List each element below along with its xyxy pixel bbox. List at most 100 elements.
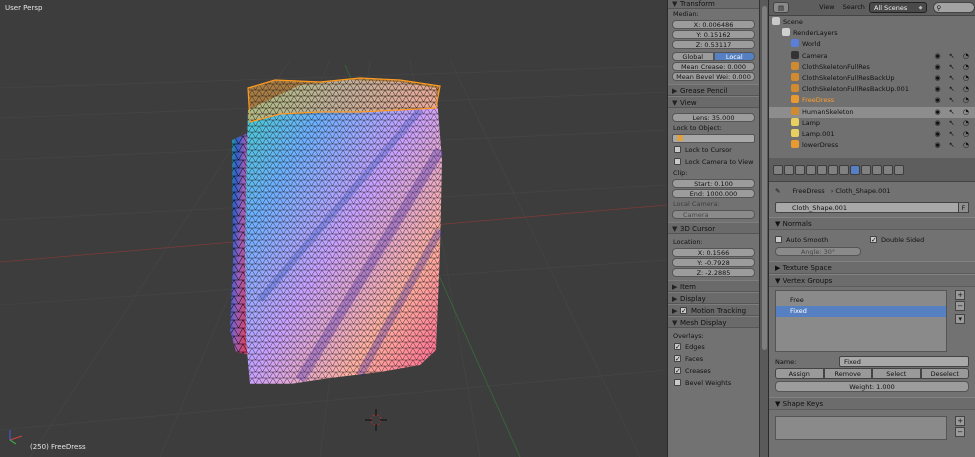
outliner-item[interactable]: Lamp.001 ◉ ↖ ◔ bbox=[769, 129, 975, 140]
lock-to-cursor-checkbox[interactable]: Lock to Cursor bbox=[668, 144, 759, 156]
median-x-field[interactable]: X: 0.006486 bbox=[672, 20, 755, 29]
visibility-icons[interactable]: ◉ ↖ ◔ bbox=[934, 95, 972, 106]
outliner-item[interactable]: World bbox=[769, 39, 975, 50]
particles-tab-icon[interactable] bbox=[883, 164, 893, 175]
scrollbar-thumb[interactable] bbox=[762, 6, 767, 350]
vertex-group-item[interactable]: Free bbox=[776, 295, 946, 306]
lens-field[interactable]: Lens: 35.000 bbox=[672, 113, 755, 122]
lock-camera-checkbox[interactable]: Lock Camera to View bbox=[668, 156, 759, 168]
shape-key-list[interactable] bbox=[775, 416, 947, 440]
view-menu[interactable]: View bbox=[815, 2, 838, 13]
assign-button[interactable]: Assign bbox=[775, 368, 824, 379]
transform-panel-header[interactable]: ▼ Transform bbox=[668, 0, 759, 9]
outliner-item[interactable]: Lamp ◉ ↖ ◔ bbox=[769, 117, 975, 129]
scene-selector[interactable]: All Scenes bbox=[868, 2, 927, 14]
faces-label: Faces bbox=[685, 355, 704, 363]
local-camera-field[interactable]: Camera bbox=[672, 210, 755, 219]
remove-icon[interactable]: − bbox=[955, 301, 966, 311]
cursor-z-field[interactable]: Z: -2.2885 bbox=[672, 268, 755, 277]
scene-tab-icon[interactable] bbox=[795, 164, 805, 175]
outliner-item[interactable]: FreeDress ◉ ↖ ◔ bbox=[769, 95, 975, 106]
weight-field[interactable]: Weight: 1.000 bbox=[775, 381, 969, 392]
outliner-item[interactable]: lowerDress ◉ ↖ ◔ bbox=[769, 140, 975, 151]
outliner-item[interactable]: ClothSkeletonFullResBackUp ◉ ↖ ◔ bbox=[769, 73, 975, 84]
visibility-icons[interactable]: ◉ ↖ ◔ bbox=[934, 118, 972, 129]
fake-user-button[interactable]: F bbox=[958, 202, 969, 213]
search-field[interactable]: ⚲ bbox=[932, 2, 975, 13]
material-tab-icon[interactable] bbox=[861, 164, 871, 175]
mean-crease-field[interactable]: Mean Crease: 0.000 bbox=[672, 62, 755, 71]
3d-cursor-panel-header[interactable]: ▼ 3D Cursor bbox=[668, 222, 759, 234]
checkbox-icon[interactable] bbox=[680, 305, 687, 317]
texture-space-panel-header[interactable]: ▶ Texture Space bbox=[769, 261, 975, 274]
visibility-icons[interactable]: ◉ ↖ ◔ bbox=[934, 129, 972, 140]
outliner-item[interactable]: ClothSkeletonFullRes ◉ ↖ ◔ bbox=[769, 61, 975, 73]
deselect-button[interactable]: Deselect bbox=[920, 368, 969, 379]
motion-tracking-panel-header[interactable]: ▶ Motion Tracking bbox=[668, 304, 759, 317]
view-panel-header[interactable]: ▼ View bbox=[668, 96, 759, 108]
modifiers-tab-icon[interactable] bbox=[839, 164, 849, 175]
mesh-data-name-field[interactable]: Cloth_Shape.001 F bbox=[775, 202, 969, 213]
global-button[interactable]: Global bbox=[672, 52, 714, 61]
outliner-item[interactable]: RenderLayers bbox=[769, 28, 975, 39]
outliner-item[interactable]: Scene bbox=[769, 17, 975, 28]
mesh-display-panel-header[interactable]: ▼ Mesh Display bbox=[668, 316, 759, 328]
clip-end-field[interactable]: End: 1000.000 bbox=[672, 189, 755, 198]
3d-viewport[interactable]: User Persp (250) FreeDress bbox=[0, 0, 667, 457]
visibility-icons[interactable]: ◉ ↖ ◔ bbox=[934, 73, 972, 84]
remove-button[interactable]: Remove bbox=[823, 368, 872, 379]
select-button[interactable]: Select bbox=[872, 368, 921, 379]
outliner-item[interactable]: Camera ◉ ↖ ◔ bbox=[769, 50, 975, 62]
vertex-group-list[interactable]: Free Fixed bbox=[775, 290, 947, 352]
motion-tracking-label: Motion Tracking bbox=[691, 307, 747, 315]
vertex-group-name-field[interactable]: Fixed bbox=[839, 356, 969, 367]
item-panel-header[interactable]: ▶ Item bbox=[668, 280, 759, 292]
normals-panel-header[interactable]: ▼ Normals bbox=[769, 217, 975, 230]
remove-icon[interactable]: − bbox=[955, 427, 966, 437]
editor-type-button[interactable]: ▤ bbox=[773, 2, 790, 13]
double-sided-checkbox[interactable]: Double Sided bbox=[870, 234, 924, 246]
edges-checkbox[interactable]: Edges bbox=[668, 341, 759, 353]
median-y-field[interactable]: Y: 0.15162 bbox=[672, 30, 755, 39]
outliner-item[interactable]: ClothSkeletonFullResBackUp.001 ◉ ↖ ◔ bbox=[769, 84, 975, 95]
clip-start-field[interactable]: Start: 0.100 bbox=[672, 179, 755, 188]
vertex-groups-panel-header[interactable]: ▼ Vertex Groups bbox=[769, 274, 975, 287]
texture-tab-icon[interactable] bbox=[872, 164, 882, 175]
data-tab-icon[interactable] bbox=[850, 164, 860, 175]
cursor-y-field[interactable]: Y: -0.7928 bbox=[672, 258, 755, 267]
local-button[interactable]: Local bbox=[713, 52, 755, 61]
shape-keys-panel-header[interactable]: ▼ Shape Keys bbox=[769, 397, 975, 410]
mean-bevel-field[interactable]: Mean Bevel Wei: 0.000 bbox=[672, 72, 755, 81]
world-tab-icon[interactable] bbox=[806, 164, 816, 175]
visibility-icons[interactable]: ◉ ↖ ◔ bbox=[934, 140, 972, 151]
outliner-item[interactable]: HumanSkeleton ◉ ↖ ◔ bbox=[769, 106, 975, 118]
faces-checkbox[interactable]: Faces bbox=[668, 353, 759, 365]
add-icon[interactable]: + bbox=[955, 416, 966, 426]
creases-checkbox[interactable]: Creases bbox=[668, 365, 759, 377]
angle-field[interactable]: Angle: 30° bbox=[775, 247, 861, 256]
cursor-x-field[interactable]: X: 0.1566 bbox=[672, 248, 755, 257]
render-tab-icon[interactable] bbox=[773, 164, 783, 175]
object-tab-icon[interactable] bbox=[817, 164, 827, 175]
visibility-icons[interactable]: ◉ ↖ ◔ bbox=[934, 51, 972, 62]
render-layers-tab-icon[interactable] bbox=[784, 164, 794, 175]
search-menu[interactable]: Search bbox=[839, 2, 869, 13]
bevel-weights-checkbox[interactable]: Bevel Weights bbox=[668, 377, 759, 389]
add-icon[interactable]: + bbox=[955, 290, 966, 300]
vertex-group-item[interactable]: Fixed bbox=[776, 306, 946, 317]
item-header-label: Item bbox=[680, 283, 696, 291]
visibility-icons[interactable]: ◉ ↖ ◔ bbox=[934, 84, 972, 95]
visibility-icons[interactable]: ◉ ↖ ◔ bbox=[934, 107, 972, 118]
constraints-tab-icon[interactable] bbox=[828, 164, 838, 175]
auto-smooth-checkbox[interactable]: Auto Smooth bbox=[775, 234, 870, 246]
median-z-field[interactable]: Z: 0.53117 bbox=[672, 40, 755, 49]
lock-object-field[interactable] bbox=[672, 134, 755, 143]
pin-icon[interactable]: ✎ bbox=[775, 187, 780, 195]
display-panel-header[interactable]: ▶ Display bbox=[668, 292, 759, 304]
physics-tab-icon[interactable] bbox=[894, 164, 904, 175]
shelf-scrollbar[interactable] bbox=[759, 0, 768, 457]
visibility-icons[interactable]: ◉ ↖ ◔ bbox=[934, 62, 972, 73]
armature-icon bbox=[791, 61, 799, 70]
grease-pencil-panel-header[interactable]: ▶ Grease Pencil bbox=[668, 84, 759, 96]
menu-icon[interactable]: ▾ bbox=[955, 314, 966, 324]
